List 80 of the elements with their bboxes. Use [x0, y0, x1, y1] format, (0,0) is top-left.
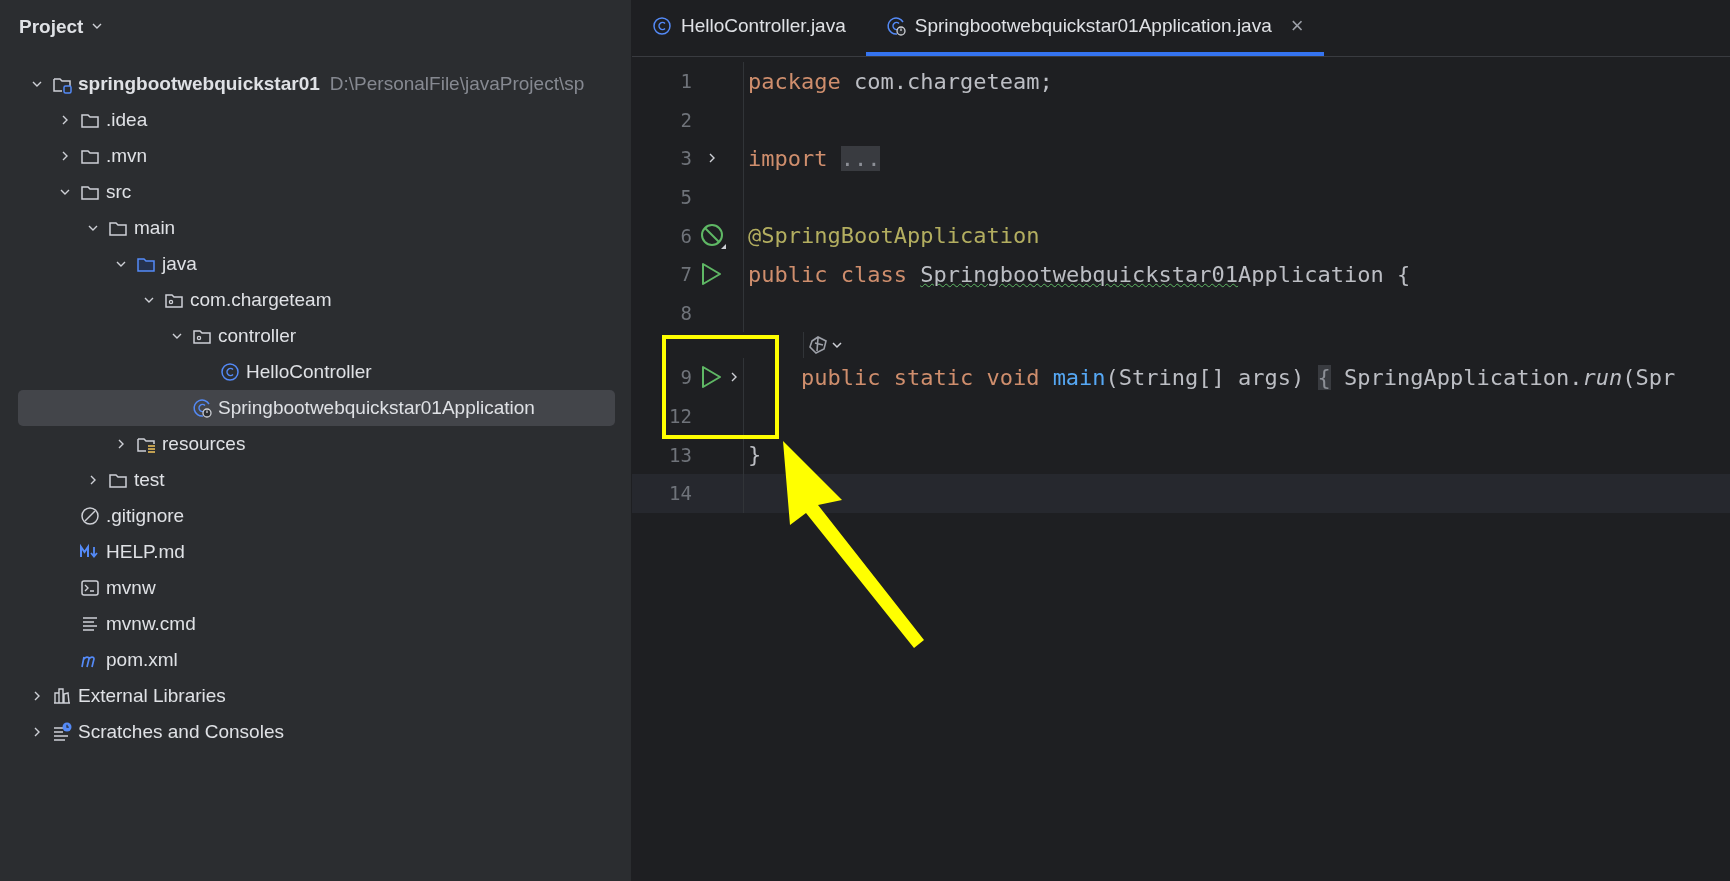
run-icon[interactable] — [700, 365, 722, 390]
tree-item[interactable]: .mvn — [18, 138, 615, 174]
item-label: main — [134, 217, 176, 239]
class-icon — [885, 16, 906, 36]
line-number: 12 — [668, 405, 692, 428]
text-file-icon — [80, 614, 100, 634]
close-button[interactable]: × — [1290, 13, 1304, 39]
class-icon — [652, 16, 672, 36]
item-label: Springbootwebquickstar01Application — [218, 397, 535, 419]
code-token: run — [1582, 364, 1623, 390]
line-number: 9 — [679, 366, 692, 389]
code-token: import — [748, 146, 828, 171]
code-token: Springbootwebquickstar01 — [920, 261, 1239, 287]
line-number: 1 — [679, 70, 692, 93]
code-token: public class — [748, 261, 907, 287]
line-number: 13 — [668, 443, 692, 466]
item-label: HelloController — [246, 361, 372, 383]
tree-item[interactable]: src — [18, 174, 615, 210]
tree-item[interactable]: External Libraries — [18, 678, 615, 714]
item-label: java — [162, 253, 197, 275]
code-token: main — [1052, 364, 1106, 390]
tree-item[interactable]: HelloController — [18, 354, 615, 390]
item-label: Scratches and Consoles — [78, 721, 284, 743]
item-label: src — [106, 181, 132, 203]
code-token: @SpringBootApplication — [748, 223, 1040, 249]
item-label: .idea — [106, 109, 148, 131]
item-label: test — [134, 469, 165, 491]
item-label: controller — [218, 325, 297, 347]
line-number: 14 — [668, 482, 692, 505]
tree-item[interactable]: .idea — [18, 102, 615, 138]
project-path: D:\PersonalFile\javaProject\sp — [329, 73, 585, 95]
item-label: mvnw — [106, 577, 156, 599]
item-label: .gitignore — [106, 505, 185, 527]
line-number: 5 — [679, 186, 692, 209]
tree-item[interactable]: HELP.md — [18, 534, 615, 570]
class-icon — [220, 362, 240, 382]
item-label: springbootwebquickstar01 — [78, 73, 320, 95]
run-icon[interactable] — [700, 262, 722, 287]
tree-item[interactable]: springbootwebquickstar01 D:\PersonalFile\javaProject\sp — [18, 66, 615, 102]
tree-item[interactable]: test — [18, 462, 615, 498]
code-token: SpringApplication. — [1344, 364, 1583, 390]
tree-item[interactable]: .gitignore — [18, 498, 615, 534]
code-token: } — [748, 442, 762, 468]
item-label: com.chargeteam — [190, 289, 332, 311]
tree-item[interactable]: main — [18, 210, 615, 246]
code-token: public static void — [800, 364, 1040, 390]
code-token: (Spr — [1622, 364, 1676, 390]
line-number: 8 — [679, 301, 692, 324]
tree-item[interactable]: Scratches and Consoles — [18, 714, 615, 750]
item-label: mvnw.cmd — [106, 613, 196, 635]
line-number: 7 — [679, 263, 692, 286]
tree-item[interactable]: resources — [18, 426, 615, 462]
tree-item[interactable]: controller — [18, 318, 615, 354]
tree-item[interactable]: pom.xml — [18, 642, 615, 678]
ai-hint-icon[interactable] — [808, 335, 844, 356]
item-label: External Libraries — [78, 685, 226, 707]
code-token: Application { — [1238, 261, 1411, 287]
code-token: com.chargeteam; — [853, 68, 1053, 94]
item-label: .mvn — [106, 145, 148, 167]
tree-item[interactable]: mvnw.cmd — [18, 606, 615, 642]
tree-item[interactable]: Springbootwebquickstar01Application — [18, 390, 615, 426]
tree-item[interactable]: mvnw — [18, 570, 615, 606]
line-number: 2 — [679, 108, 692, 131]
item-label: resources — [162, 433, 246, 455]
line-number: 3 — [679, 147, 692, 170]
code-token: package — [748, 68, 841, 94]
line-number: 6 — [679, 224, 692, 247]
terminal-icon — [80, 578, 100, 598]
libraries-icon — [52, 686, 72, 706]
tree-item[interactable]: com.chargeteam — [18, 282, 615, 318]
item-label: pom.xml — [106, 649, 178, 671]
item-label: HELP.md — [106, 541, 185, 563]
class-icon — [192, 398, 212, 418]
bean-icon[interactable] — [700, 222, 726, 249]
scratches-icon — [52, 722, 72, 742]
ignore-icon — [80, 506, 100, 526]
tree-item[interactable]: java — [18, 246, 615, 282]
code-token: (String[] args) — [1105, 364, 1305, 390]
panel-title[interactable]: Project — [19, 16, 84, 38]
editor-tab[interactable]: HelloController.java — [632, 0, 866, 56]
